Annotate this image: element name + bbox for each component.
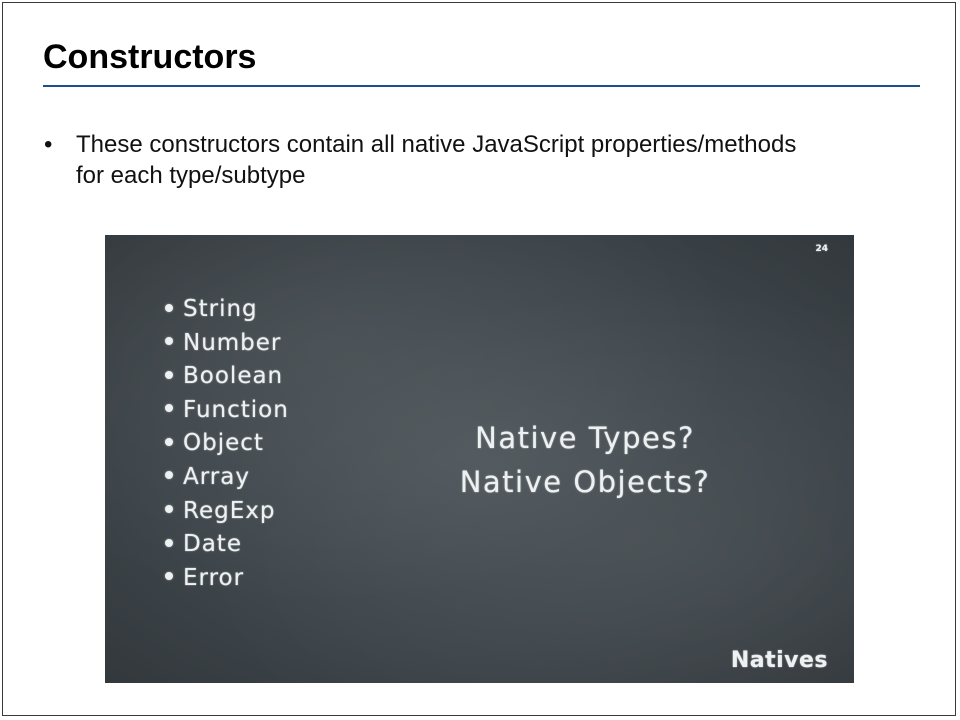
bullet-dot-icon xyxy=(165,437,173,446)
list-item: String xyxy=(165,293,289,327)
bullet-marker: • xyxy=(44,131,53,158)
list-item: Array xyxy=(165,461,289,495)
list-item: RegExp xyxy=(165,495,289,529)
native-types-list: String Number Boolean Function Object Ar… xyxy=(165,293,289,595)
bullet-text: These constructors contain all native Ja… xyxy=(76,131,797,189)
type-name: RegExp xyxy=(183,497,276,524)
title-divider xyxy=(43,85,920,87)
type-name: String xyxy=(183,296,258,322)
footer-label: Natives xyxy=(730,648,828,673)
type-name: Object xyxy=(183,430,264,457)
list-item: Number xyxy=(165,327,289,361)
bullet-dot-icon xyxy=(165,404,173,413)
bullet-list: • These constructors contain all native … xyxy=(43,129,803,191)
list-item: Function xyxy=(165,394,289,428)
chalkboard-image: 24 String Number Boolean Function Object… xyxy=(105,235,854,683)
bullet-dot-icon xyxy=(165,538,173,547)
type-name: Function xyxy=(183,396,289,423)
bullet-dot-icon xyxy=(165,337,173,346)
bullet-dot-icon xyxy=(165,572,173,581)
bullet-dot-icon xyxy=(165,303,173,312)
bullet-dot-icon xyxy=(165,505,173,514)
slide-number: 24 xyxy=(815,244,828,254)
type-name: Number xyxy=(183,329,282,356)
type-name: Boolean xyxy=(183,363,284,390)
slide-title: Constructors xyxy=(43,38,257,76)
type-name: Error xyxy=(183,564,245,591)
question-native-objects: Native Objects? xyxy=(459,465,711,499)
list-item: Boolean xyxy=(165,360,289,394)
bullet-dot-icon xyxy=(165,471,173,480)
list-item: Date xyxy=(165,528,289,562)
type-name: Date xyxy=(183,531,242,558)
list-item: Error xyxy=(165,562,289,596)
list-item: Object xyxy=(165,427,289,461)
bullet-item: • These constructors contain all native … xyxy=(43,129,803,191)
type-name: Array xyxy=(183,463,250,490)
question-native-types: Native Types? xyxy=(475,421,695,455)
bullet-dot-icon xyxy=(165,370,173,379)
